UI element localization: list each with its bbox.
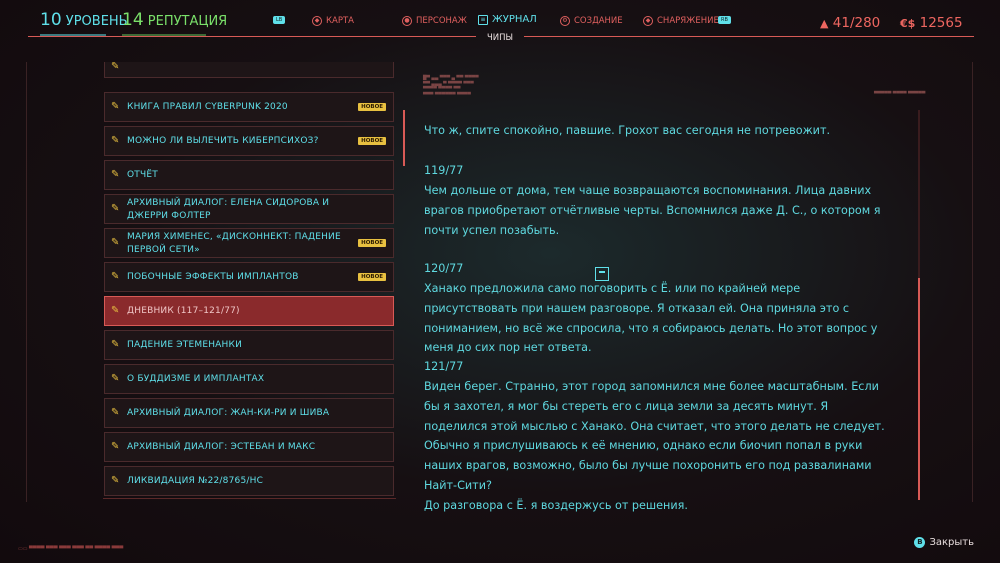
b-button-icon: B — [914, 537, 926, 548]
shard-icon: ✎ — [111, 62, 120, 72]
weight-icon: ▲ — [820, 17, 829, 30]
list-item[interactable]: ✎ МАРИЯ ХИМЕНЕС, «ДИСКОННЕКТ: ПАДЕНИЕ ПЕ… — [104, 228, 394, 258]
list-item[interactable]: ✎ КНИГА ПРАВИЛ CYBERPUNK 2020 НОВОЕ — [104, 92, 394, 122]
entry-text: Виден берег. Странно, этот город запомни… — [424, 380, 885, 512]
list-item-label: ЛИКВИДАЦИЯ №22/8765/НС — [127, 476, 264, 486]
tab-map-label: КАРТА — [326, 16, 354, 26]
list-item[interactable]: ✎ ПАДЕНИЕ ЭТЕМЕНАНКИ — [104, 330, 394, 360]
shard-icon: ✎ — [111, 237, 120, 248]
money-value: 12565 — [919, 15, 963, 31]
shard-icon: ✎ — [111, 169, 120, 180]
inventory-icon: ◆ — [643, 16, 653, 26]
left-frame-line — [26, 62, 27, 502]
new-badge: НОВОЕ — [358, 137, 386, 145]
list-item-partial[interactable]: ✎ — [104, 62, 394, 78]
bottom-left-decoration: ▭▭ ▀▀▀▀ ▀▀▀ ▀▀▀ ▀▀▀ ▀▀ ▀▀▀▀ ▀▀▀ — [18, 546, 124, 552]
tab-inventory[interactable]: ◆ СНАРЯЖЕНИЕ — [643, 16, 719, 26]
money-symbol: €$ — [900, 17, 916, 30]
shard-icon: ✎ — [111, 135, 120, 146]
list-item-label: ДНЕВНИК (117–121/77) — [127, 306, 240, 316]
list-item-label: КНИГА ПРАВИЛ CYBERPUNK 2020 — [127, 102, 288, 112]
reputation-number: 14 — [122, 10, 144, 30]
entry-date: 121/77 — [424, 360, 464, 373]
shard-icon: ✎ — [111, 441, 120, 452]
shard-icon: ✎ — [111, 271, 120, 282]
carry-weight-value: 41/280 — [832, 15, 881, 31]
carry-weight: ▲ 41/280 — [820, 15, 880, 31]
list-item-label: АРХИВНЫЙ ДИАЛОГ: ЭСТЕБАН И МАКС — [127, 442, 316, 452]
content-meta-code: ▀▀▀▀▀ ▀▀▀▀ ▀▀▀▀▀ — [874, 92, 926, 97]
crafting-icon: ⚙ — [560, 16, 570, 26]
scrollbar-thumb[interactable] — [918, 278, 920, 500]
close-button[interactable]: B Закрыть — [914, 537, 974, 548]
entry-text: Ханако предложила само поговорить с Ё. и… — [424, 282, 878, 355]
list-item-label: МАРИЯ ХИМЕНЕС, «ДИСКОННЕКТ: ПАДЕНИЕ ПЕРВ… — [127, 232, 341, 255]
list-item-label: АРХИВНЫЙ ДИАЛОГ: ЕЛЕНА СИДОРОВА И ДЖЕРРИ… — [127, 198, 330, 221]
journal-icon: ≡ — [478, 14, 488, 25]
list-item[interactable]: ✎ ПОБОЧНЫЕ ЭФФЕКТЫ ИМПЛАНТОВ НОВОЕ — [104, 262, 394, 292]
new-badge: НОВОЕ — [358, 103, 386, 111]
list-item[interactable]: ✎ О БУДДИЗМЕ И ИМПЛАНТАХ — [104, 364, 394, 394]
map-icon: ◆ — [312, 16, 322, 26]
list-item-label: О БУДДИЗМЕ И ИМПЛАНТАХ — [127, 374, 265, 384]
rb-key-icon: RB — [718, 16, 731, 24]
right-frame-line — [972, 62, 973, 502]
character-icon: ● — [402, 16, 412, 26]
lb-key-icon: LB — [273, 16, 286, 24]
shard-content-panel: █▀ ▄▄ ▀▀▀ ▄ ▀▀ ▀▀▀▀ ▀▀ ▄▄▄ ▀ ▀▀▀▀ ▀▀▀ ▀▀▀▀… — [400, 62, 940, 512]
list-item-label: ПАДЕНИЕ ЭТЕМЕНАНКИ — [127, 340, 243, 350]
header-divider-right — [524, 36, 974, 37]
close-label: Закрыть — [929, 537, 974, 548]
list-item-label: АРХИВНЫЙ ДИАЛОГ: ЖАН-КИ-РИ И ШИВА — [127, 408, 330, 418]
mouse-cursor — [595, 267, 609, 281]
header-divider-left — [28, 36, 476, 37]
level-label: УРОВЕНЬ — [65, 14, 128, 29]
money: €$ 12565 — [900, 15, 963, 31]
shard-icon: ✎ — [111, 305, 120, 316]
list-item[interactable]: ✎ ОТЧЁТ — [104, 160, 394, 190]
tab-inventory-label: СНАРЯЖЕНИЕ — [657, 16, 719, 26]
list-item-label: ПОБОЧНЫЕ ЭФФЕКТЫ ИМПЛАНТОВ — [127, 272, 299, 282]
tab-crafting-label: СОЗДАНИЕ — [574, 16, 623, 26]
tab-character-label: ПЕРСОНАЖ — [416, 16, 467, 26]
right-bumper-hint: RB — [718, 16, 731, 24]
list-item-label: ОТЧЁТ — [127, 170, 158, 180]
entry-text: Чем дольше от дома, тем чаще возвращаютс… — [424, 184, 881, 237]
subtab-shards[interactable]: ЧИПЫ — [482, 33, 518, 43]
content-intro: Что ж, спите спокойно, павшие. Грохот ва… — [424, 124, 831, 137]
shard-list[interactable]: ✎ ✎ КНИГА ПРАВИЛ CYBERPUNK 2020 НОВОЕ ✎ … — [104, 62, 396, 498]
new-badge: НОВОЕ — [358, 239, 386, 247]
reputation-indicator: 14 РЕПУТАЦИЯ — [122, 10, 227, 30]
shard-icon: ✎ — [111, 101, 120, 112]
reputation-label: РЕПУТАЦИЯ — [147, 14, 228, 29]
shard-icon: ✎ — [111, 373, 120, 384]
left-bumper-hint: LB — [273, 16, 286, 24]
list-item-label: МОЖНО ЛИ ВЫЛЕЧИТЬ КИБЕРПСИХОЗ? — [127, 136, 319, 146]
content-meta-decoration: █▀ ▄▄ ▀▀▀ ▄ ▀▀ ▀▀▀▀ ▀▀ ▄▄▄ ▀ ▀▀▀▀ ▀▀▀ ▀▀▀▀… — [423, 76, 479, 98]
shard-icon: ✎ — [111, 339, 120, 350]
tab-crafting[interactable]: ⚙ СОЗДАНИЕ — [560, 16, 623, 26]
level-indicator: 10 УРОВЕНЬ — [40, 10, 128, 30]
list-item[interactable]: ✎ МОЖНО ЛИ ВЫЛЕЧИТЬ КИБЕРПСИХОЗ? НОВОЕ — [104, 126, 394, 156]
tab-journal-label: ЖУРНАЛ — [492, 14, 537, 25]
tab-journal[interactable]: ≡ ЖУРНАЛ — [478, 14, 537, 25]
shard-icon: ✎ — [111, 407, 120, 418]
shard-icon: ✎ — [111, 475, 120, 486]
top-bar: 10 УРОВЕНЬ 14 РЕПУТАЦИЯ LB ◆ КАРТА ● ПЕР… — [0, 0, 1000, 46]
entry-date: 120/77 — [424, 262, 464, 275]
level-number: 10 — [40, 10, 62, 30]
tab-character[interactable]: ● ПЕРСОНАЖ — [402, 16, 467, 26]
list-item[interactable]: ✎ ЛИКВИДАЦИЯ №22/8765/НС — [104, 466, 394, 496]
list-item[interactable]: ✎ АРХИВНЫЙ ДИАЛОГ: ЖАН-КИ-РИ И ШИВА — [104, 398, 394, 428]
new-badge: НОВОЕ — [358, 273, 386, 281]
content-left-accent — [403, 110, 405, 166]
entry-date: 119/77 — [424, 164, 464, 177]
list-item-selected[interactable]: ✎ ДНЕВНИК (117–121/77) — [104, 296, 394, 326]
list-item[interactable]: ✎ АРХИВНЫЙ ДИАЛОГ: ЭСТЕБАН И МАКС — [104, 432, 394, 462]
list-item[interactable]: ✎ АРХИВНЫЙ ДИАЛОГ: ЕЛЕНА СИДОРОВА И ДЖЕР… — [104, 194, 394, 224]
shard-icon: ✎ — [111, 203, 120, 214]
tab-map[interactable]: ◆ КАРТА — [312, 16, 354, 26]
